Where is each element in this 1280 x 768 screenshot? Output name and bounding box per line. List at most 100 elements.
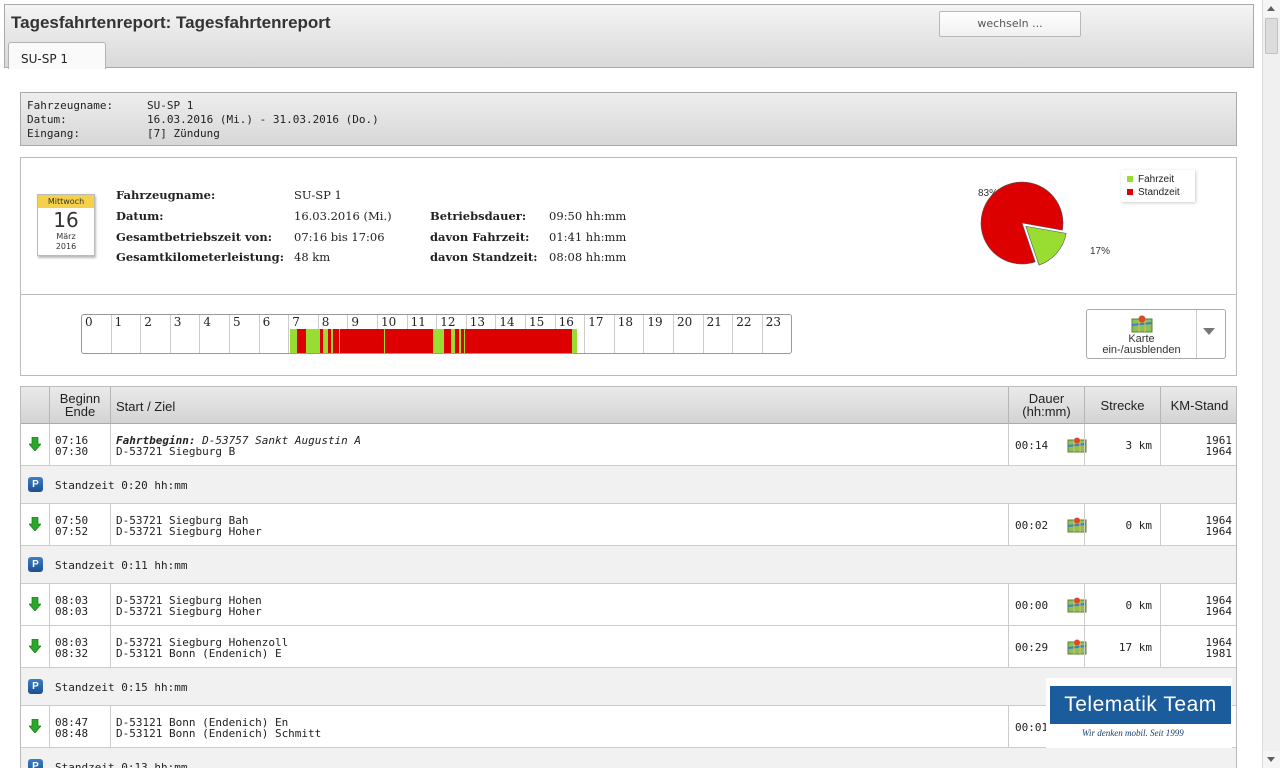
trip-distance: 17 km xyxy=(1085,626,1161,667)
parking-icon: P xyxy=(28,557,43,572)
timeline-segment-stand xyxy=(465,329,572,353)
trip-km-end: 1964 xyxy=(1205,445,1233,458)
summary-vehicle-value: SU-SP 1 xyxy=(294,188,342,202)
row-icon-cell xyxy=(21,706,50,747)
summary-stand-label: davon Standzeit: xyxy=(430,250,538,264)
header-begin-end[interactable]: Beginn Ende xyxy=(50,387,111,424)
row-icon-cell xyxy=(21,584,50,625)
timeline-hour-label: 3 xyxy=(173,315,182,329)
scroll-down-button[interactable] xyxy=(1263,751,1280,768)
trip-distance: 0 km xyxy=(1085,504,1161,545)
timeline-hour-label: 14 xyxy=(499,315,515,329)
trip-destination: D-53721 Siegburg Hoher xyxy=(116,525,262,538)
table-row[interactable]: 08:03 08:03 D-53721 Siegburg Hohen D-537… xyxy=(21,584,1236,626)
row-odometer-cell: 1964 1981 xyxy=(1161,626,1236,667)
timeline-hour-label: 6 xyxy=(262,315,271,329)
timeline-segment-drive xyxy=(432,329,444,353)
timeline-hour-label: 7 xyxy=(292,315,300,329)
trip-end-time: 07:52 xyxy=(55,525,89,538)
legend-item-standzeit: Standzeit xyxy=(1127,186,1195,199)
parking-duration: Standzeit 0:13 hh:mm xyxy=(55,761,188,768)
trip-end-time: 08:03 xyxy=(55,605,89,618)
arrow-down-icon xyxy=(29,639,41,653)
row-times-cell: 08:03 08:03 xyxy=(50,584,111,625)
timeline-hour-label: 13 xyxy=(469,315,486,329)
header-odometer[interactable]: KM-Stand xyxy=(1161,387,1236,424)
map-toggle-main[interactable]: Karte ein-/ausblenden xyxy=(1087,310,1197,358)
calendar-weekday: Mittwoch xyxy=(38,195,94,208)
summary-vehicle-label: Fahrzeugname: xyxy=(116,188,216,202)
legend-swatch xyxy=(1127,176,1133,182)
arrow-up-icon xyxy=(1267,6,1275,11)
time-pie-chart: 83% 17% xyxy=(976,178,1110,278)
calendar-year: 2016 xyxy=(55,242,77,251)
table-row[interactable]: 07:50 07:52 D-53721 Siegburg Bah D-53721… xyxy=(21,504,1236,546)
trip-km-end: 1964 xyxy=(1205,605,1233,618)
timeline-hour-label: 9 xyxy=(351,315,360,329)
trip-km-end: 1981 xyxy=(1205,647,1233,660)
trip-destination: D-53721 Siegburg Hoher xyxy=(116,605,262,618)
header-distance[interactable]: Strecke xyxy=(1085,387,1161,424)
calendar-icon: Mittwoch 16 März 2016 xyxy=(37,194,95,256)
parking-row: P Standzeit 0:11 hh:mm xyxy=(21,546,1236,584)
timeline-segment-drive xyxy=(306,329,320,353)
timeline-hour-label: 0 xyxy=(85,315,93,329)
tab-vehicle[interactable]: SU-SP 1 xyxy=(8,42,106,69)
trip-duration: 00:29 xyxy=(1009,626,1085,667)
table-header: Beginn Ende Start / Ziel Dauer (hh:mm) S… xyxy=(21,386,1236,424)
info-label: Fahrzeugname: xyxy=(27,99,114,112)
chevron-down-icon[interactable] xyxy=(1203,328,1215,335)
vertical-scrollbar[interactable] xyxy=(1262,0,1280,768)
header-route[interactable]: Start / Ziel xyxy=(111,387,1009,424)
table-row[interactable]: 07:16 07:30 Fahrtbeginn: D-53757 Sankt A… xyxy=(21,424,1236,466)
logo-name: Telematik Team xyxy=(1050,686,1231,724)
map-toggle-button[interactable]: Karte ein-/ausblenden xyxy=(1086,309,1226,359)
summary-km-label: Gesamtkilometerleistung: xyxy=(116,250,284,264)
timeline-segment-drive xyxy=(383,329,386,353)
day-summary: Fahrzeugname: SU-SP 1 Datum: 16.03.2016 … xyxy=(116,186,676,266)
company-logo: Telematik Team Wir denken mobil. Seit 19… xyxy=(1046,678,1232,748)
row-times-cell: 08:03 08:32 xyxy=(50,626,111,667)
timeline-segment-drive xyxy=(571,329,577,353)
header-icon-col xyxy=(21,387,50,424)
trip-km-end: 1964 xyxy=(1205,525,1233,538)
calendar-day: 16 xyxy=(53,208,79,232)
trip-duration: 00:02 xyxy=(1009,504,1085,545)
trip-distance: 0 km xyxy=(1085,584,1161,625)
trip-end-time: 08:32 xyxy=(55,647,89,660)
timeline-segment-stand xyxy=(297,329,307,353)
timeline-segment-drive xyxy=(289,329,298,353)
trip-end-time: 07:30 xyxy=(55,445,89,458)
trip-destination: D-53121 Bonn (Endenich) Schmitt xyxy=(116,727,322,740)
scroll-thumb[interactable] xyxy=(1265,18,1278,54)
header-duration-l2: (hh:mm) xyxy=(1022,404,1071,419)
timeline-hour-label: 4 xyxy=(203,315,212,329)
arrow-down-icon xyxy=(1267,757,1275,762)
header-duration[interactable]: Dauer (hh:mm) xyxy=(1009,387,1085,424)
pie-svg xyxy=(980,181,1067,266)
scroll-up-button[interactable] xyxy=(1263,0,1280,17)
row-times-cell: 07:50 07:52 xyxy=(50,504,111,545)
summary-drive-value: 01:41 hh:mm xyxy=(549,230,627,244)
switch-button[interactable]: wechseln ... xyxy=(939,11,1081,37)
timeline-hour-label: 23 xyxy=(765,315,782,329)
trip-distance: 3 km xyxy=(1085,424,1161,465)
row-route-cell: D-53721 Siegburg Hohenzoll D-53121 Bonn … xyxy=(111,626,1087,667)
trip-destination: D-53721 Siegburg B xyxy=(116,445,236,458)
row-route-cell: D-53721 Siegburg Hohen D-53721 Siegburg … xyxy=(111,584,1087,625)
summary-duration-value: 09:50 hh:mm xyxy=(549,209,627,223)
timeline-hour-label: 19 xyxy=(647,315,663,329)
parking-icon: P xyxy=(28,477,43,492)
panel-divider xyxy=(21,294,1236,295)
timeline-hour-label: 22 xyxy=(736,315,752,329)
parking-duration: Standzeit 0:15 hh:mm xyxy=(55,681,188,694)
timeline-hour-label: 11 xyxy=(410,315,426,329)
timeline-hour-label: 8 xyxy=(321,315,330,329)
info-label: Eingang: xyxy=(27,127,80,140)
calendar-month: März xyxy=(56,232,76,241)
summary-date-value: 16.03.2016 (Mi.) xyxy=(294,209,392,223)
timeline-hour-label: 5 xyxy=(233,315,241,329)
summary-duration-label: Betriebsdauer: xyxy=(430,209,527,223)
summary-date-label: Datum: xyxy=(116,209,164,223)
table-row[interactable]: 08:03 08:32 D-53721 Siegburg Hohenzoll D… xyxy=(21,626,1236,668)
